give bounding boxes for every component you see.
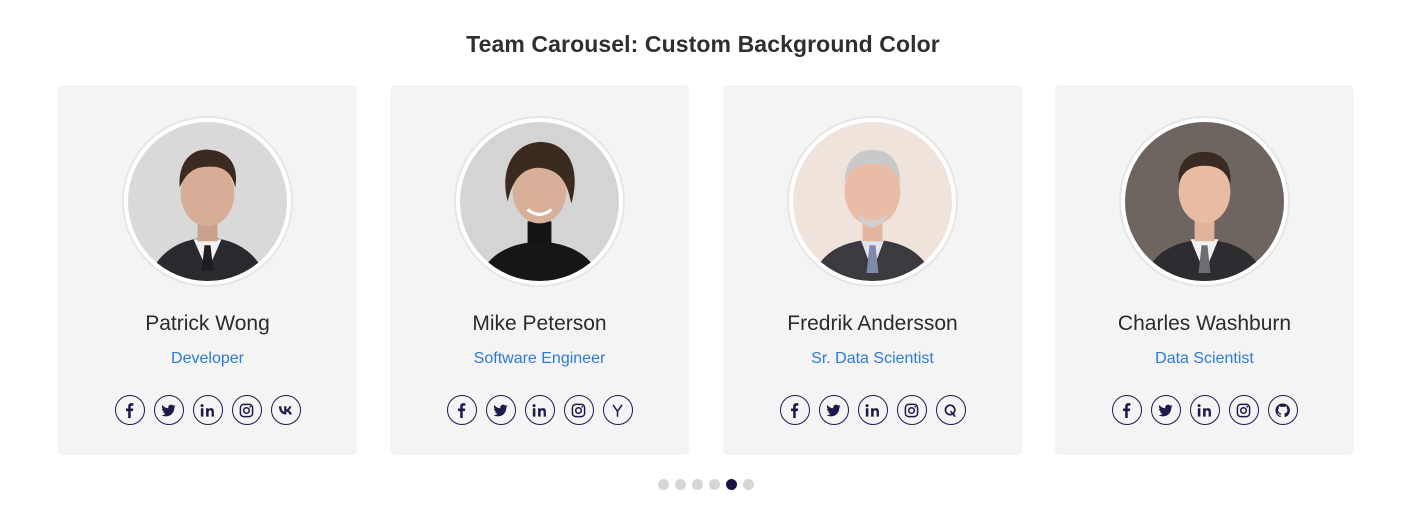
linkedin-icon[interactable] bbox=[192, 395, 223, 425]
team-card-patrick-wong: Patrick Wong Developer bbox=[58, 85, 357, 455]
pagination-dot[interactable] bbox=[709, 479, 720, 490]
team-card-fredrik-andersson: Fredrik Andersson Sr. Data Scientist bbox=[723, 85, 1022, 455]
pagination-dot[interactable] bbox=[658, 479, 669, 490]
team-carousel: Patrick Wong Developer Mike Peterson Sof… bbox=[58, 85, 1354, 455]
avatar bbox=[1125, 122, 1284, 281]
facebook-icon[interactable] bbox=[779, 395, 810, 425]
social-links bbox=[723, 395, 1022, 425]
member-role: Software Engineer bbox=[473, 350, 606, 367]
member-role: Data Scientist bbox=[1155, 350, 1254, 367]
ycombinator-icon[interactable] bbox=[602, 395, 633, 425]
quora-icon[interactable] bbox=[935, 395, 966, 425]
pagination-dot[interactable] bbox=[743, 479, 754, 490]
linkedin-icon[interactable] bbox=[1189, 395, 1220, 425]
member-name: Patrick Wong bbox=[145, 312, 270, 335]
avatar-frame bbox=[787, 116, 958, 287]
instagram-icon[interactable] bbox=[1228, 395, 1259, 425]
member-name: Charles Washburn bbox=[1117, 312, 1292, 335]
pagination-dot[interactable] bbox=[675, 479, 686, 490]
member-name: Mike Peterson bbox=[472, 312, 607, 335]
team-card-mike-peterson: Mike Peterson Software Engineer bbox=[390, 85, 689, 455]
instagram-icon[interactable] bbox=[231, 395, 262, 425]
pagination-dot-active[interactable] bbox=[726, 479, 737, 490]
page-title: Team Carousel: Custom Background Color bbox=[466, 31, 940, 57]
team-card-charles-washburn: Charles Washburn Data Scientist bbox=[1055, 85, 1354, 455]
facebook-icon[interactable] bbox=[114, 395, 145, 425]
twitter-icon[interactable] bbox=[485, 395, 516, 425]
pagination-dot[interactable] bbox=[692, 479, 703, 490]
instagram-icon[interactable] bbox=[896, 395, 927, 425]
member-name: Fredrik Andersson bbox=[787, 312, 958, 335]
avatar-frame bbox=[1119, 116, 1290, 287]
social-links bbox=[1055, 395, 1354, 425]
social-links bbox=[58, 395, 357, 425]
avatar bbox=[793, 122, 952, 281]
linkedin-icon[interactable] bbox=[524, 395, 555, 425]
facebook-icon[interactable] bbox=[446, 395, 477, 425]
twitter-icon[interactable] bbox=[153, 395, 184, 425]
linkedin-icon[interactable] bbox=[857, 395, 888, 425]
social-links bbox=[390, 395, 689, 425]
twitter-icon[interactable] bbox=[818, 395, 849, 425]
instagram-icon[interactable] bbox=[563, 395, 594, 425]
carousel-pagination bbox=[658, 479, 754, 490]
github-icon[interactable] bbox=[1267, 395, 1298, 425]
avatar-frame bbox=[122, 116, 293, 287]
vk-icon[interactable] bbox=[270, 395, 301, 425]
member-role: Sr. Data Scientist bbox=[811, 350, 934, 367]
twitter-icon[interactable] bbox=[1150, 395, 1181, 425]
facebook-icon[interactable] bbox=[1111, 395, 1142, 425]
avatar bbox=[460, 122, 619, 281]
avatar-frame bbox=[454, 116, 625, 287]
avatar bbox=[128, 122, 287, 281]
member-role: Developer bbox=[171, 350, 244, 367]
